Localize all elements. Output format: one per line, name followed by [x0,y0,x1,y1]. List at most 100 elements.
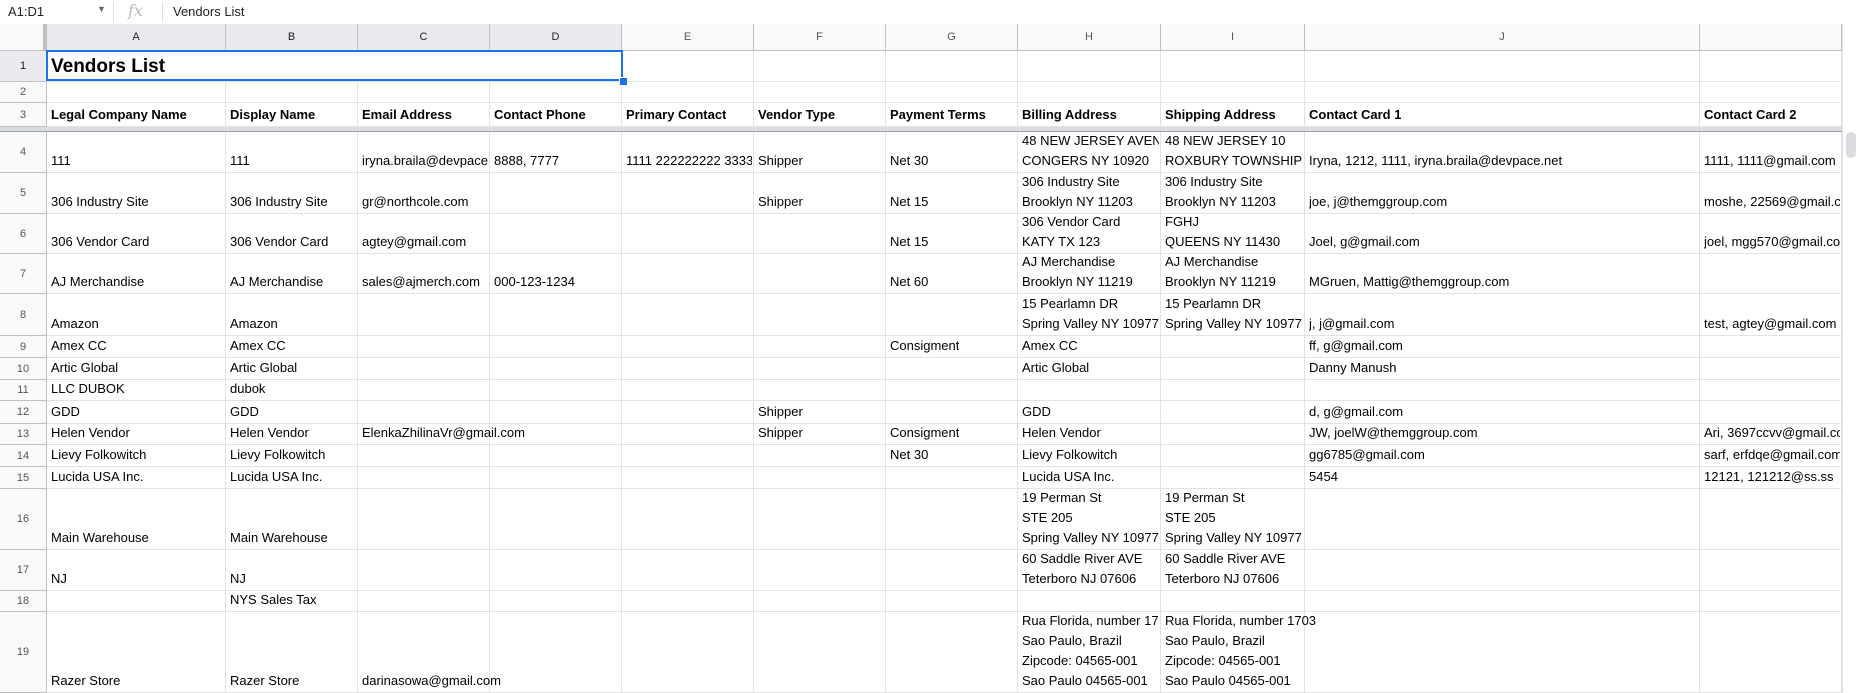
table-cell[interactable] [622,550,754,591]
row-header[interactable]: 16 [0,489,47,550]
table-cell[interactable] [754,467,886,489]
table-cell[interactable]: 60 Saddle River AVE Teterboro NJ 07606 [1018,550,1161,591]
name-box[interactable]: A1:D1 [8,4,44,19]
table-cell[interactable]: 1111 222222222 3333 [622,132,754,173]
table-cell[interactable]: 306 Vendor Card [47,214,226,254]
column-label-cell[interactable]: Legal Company Name [47,103,226,127]
table-cell[interactable] [490,401,622,424]
table-cell[interactable] [754,214,886,254]
table-cell[interactable]: 12121, 121212@ss.ss [1700,467,1842,489]
table-cell[interactable]: 000-123-1234 [490,254,622,294]
table-cell[interactable]: 19 Perman St STE 205 Spring Valley NY 10… [1018,489,1161,550]
column-header-h[interactable]: H [1018,24,1161,51]
table-cell[interactable]: Amex CC [1018,336,1161,358]
table-cell[interactable] [622,445,754,467]
table-cell[interactable] [490,173,622,214]
table-cell[interactable]: Helen Vendor [47,424,226,445]
table-cell[interactable]: Helen Vendor [1018,424,1161,445]
table-cell[interactable]: Amazon [47,294,226,336]
table-cell[interactable]: Main Warehouse [47,489,226,550]
table-cell[interactable] [754,445,886,467]
table-cell[interactable]: 306 Industry Site Brooklyn NY 11203 [1018,173,1161,214]
table-cell[interactable] [1305,51,1700,82]
column-label-cell[interactable]: Primary Contact [622,103,754,127]
formula-input[interactable]: Vendors List [173,4,245,19]
table-cell[interactable]: Helen Vendor [226,424,358,445]
table-cell[interactable] [1700,550,1842,591]
table-cell[interactable] [754,294,886,336]
table-cell[interactable] [1161,82,1305,103]
table-cell[interactable] [886,467,1018,489]
table-cell[interactable] [622,51,754,82]
table-cell[interactable] [490,82,622,103]
column-header-d[interactable]: D [490,24,622,51]
table-cell[interactable]: 306 Industry Site [47,173,226,214]
table-cell[interactable]: 306 Industry Site Brooklyn NY 11203 [1161,173,1305,214]
column-header-f[interactable]: F [754,24,886,51]
table-cell[interactable]: Amex CC [226,336,358,358]
table-cell[interactable]: 48 NEW JERSEY 10 ROXBURY TOWNSHIP [1161,132,1305,173]
table-cell[interactable] [1700,254,1842,294]
column-header-g[interactable]: G [886,24,1018,51]
table-cell[interactable] [622,358,754,380]
table-cell[interactable] [754,612,886,693]
table-cell[interactable] [490,467,622,489]
table-cell[interactable]: Danny Manush [1305,358,1700,380]
table-cell[interactable] [1161,358,1305,380]
table-cell[interactable]: Net 15 [886,173,1018,214]
column-header-i[interactable]: I [1161,24,1305,51]
row-header[interactable]: 1 [0,51,47,82]
row-header[interactable]: 15 [0,467,47,489]
table-cell[interactable] [490,294,622,336]
table-cell[interactable] [1700,380,1842,401]
table-cell[interactable] [622,612,754,693]
table-cell[interactable]: dubok [226,380,358,401]
table-cell[interactable]: Iryna, 1212, 1111, iryna.braila@devpace.… [1305,132,1700,173]
table-cell[interactable] [622,82,754,103]
table-cell[interactable]: FGHJ QUEENS NY 11430 [1161,214,1305,254]
table-cell[interactable] [622,591,754,612]
table-cell[interactable] [358,445,490,467]
table-cell[interactable] [1700,612,1842,693]
column-label-cell[interactable]: Contact Phone [490,103,622,127]
row-header[interactable]: 2 [0,82,47,103]
table-cell[interactable] [1700,591,1842,612]
table-cell[interactable] [886,294,1018,336]
table-cell[interactable]: Artic Global [47,358,226,380]
table-cell[interactable] [754,358,886,380]
table-cell[interactable]: 15 Pearlamn DR Spring Valley NY 10977 [1018,294,1161,336]
row-header[interactable]: 12 [0,401,47,424]
column-header-k[interactable] [1700,24,1842,51]
table-cell[interactable] [1161,591,1305,612]
table-cell[interactable]: Lievy Folkowitch [1018,445,1161,467]
table-cell[interactable] [1018,591,1161,612]
table-cell[interactable]: Lucida USA Inc. [226,467,358,489]
table-cell[interactable] [754,591,886,612]
scrollbar-thumb[interactable] [1846,132,1856,158]
column-header-c[interactable]: C [358,24,490,51]
table-cell[interactable] [490,214,622,254]
table-cell[interactable]: Shipper [754,173,886,214]
column-label-cell[interactable]: Shipping Address [1161,103,1305,127]
table-cell[interactable]: Shipper [754,401,886,424]
table-cell[interactable] [886,550,1018,591]
table-cell[interactable]: GDD [1018,401,1161,424]
table-cell[interactable] [754,489,886,550]
table-cell[interactable] [1161,445,1305,467]
table-cell[interactable] [47,82,226,103]
table-cell[interactable] [490,445,622,467]
table-cell[interactable] [1700,358,1842,380]
table-cell[interactable]: JW, joelW@themggroup.com [1305,424,1700,445]
column-label-cell[interactable]: Vendor Type [754,103,886,127]
table-cell[interactable]: d, g@gmail.com [1305,401,1700,424]
table-cell[interactable] [1018,51,1161,82]
table-cell[interactable] [226,82,358,103]
row-header[interactable]: 8 [0,294,47,336]
table-cell[interactable] [886,489,1018,550]
row-header[interactable]: 5 [0,173,47,214]
table-cell[interactable] [1305,591,1700,612]
table-cell[interactable]: ff, g@gmail.com [1305,336,1700,358]
table-cell[interactable]: MGruen, Mattig@themggroup.com [1305,254,1700,294]
table-cell[interactable]: Amazon [226,294,358,336]
table-cell[interactable]: 60 Saddle River AVE Teterboro NJ 07606 [1161,550,1305,591]
